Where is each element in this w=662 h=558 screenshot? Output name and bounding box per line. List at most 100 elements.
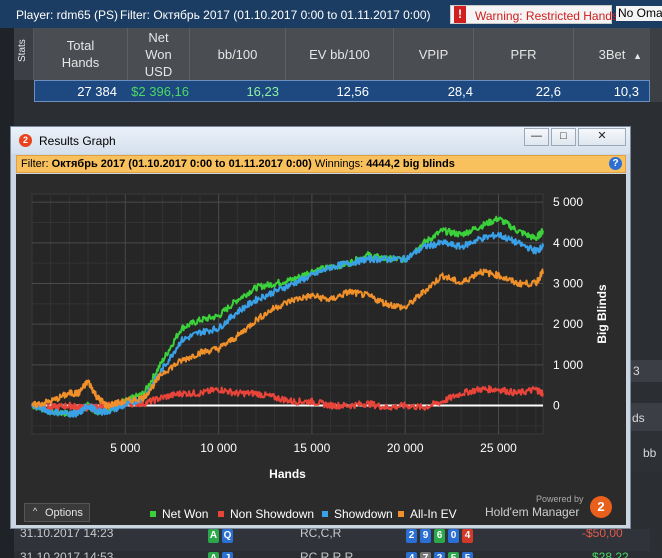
card-icon: 5 (462, 552, 473, 558)
bg-text: bb (643, 446, 657, 460)
table-row[interactable]: 27 384 $2 396,16 16,23 12,56 28,4 22,6 1… (34, 80, 650, 102)
x-tick-label: 10 000 (200, 441, 237, 455)
graph-filter-text: Filter: Октябрь 2017 (01.10.2017 0:00 to… (21, 158, 455, 170)
y-axis-label: Big Blinds (595, 284, 609, 344)
list-item[interactable]: 31.10.2017 14:23 A Q RC,C,R 2 9 6 0 4 -$… (14, 526, 650, 551)
hm2-logo-icon: 2 (19, 134, 32, 147)
legend-non-showdown[interactable]: Non Showdown (218, 507, 314, 521)
column-3bet[interactable]: 3Bet ▲ (574, 28, 650, 80)
y-tick-label: 1 000 (553, 358, 583, 372)
graph-filter-bar: Filter: Октябрь 2017 (01.10.2017 0:00 to… (16, 155, 626, 173)
x-tick-label: 20 000 (387, 441, 424, 455)
column-total-hands[interactable]: Total Hands (34, 28, 128, 80)
legend-showdown[interactable]: Showdown (322, 507, 393, 521)
card-icon: 6 (434, 529, 445, 543)
card-icon: J (222, 552, 233, 558)
legend-label: Net Won (162, 507, 209, 521)
results-chart: 0 1 000 2 000 3 000 4 000 5 000 5 000 10 000 15 … (31, 193, 609, 481)
table-scrollbar[interactable] (650, 28, 662, 102)
column-label: Total Hands (61, 38, 100, 70)
window-title: Results Graph (39, 134, 116, 148)
card-icon: 5 (448, 552, 459, 558)
x-tick-label: 5 000 (110, 441, 140, 455)
card-icon: 2 (406, 529, 417, 543)
hand-date: 31.10.2017 14:53 (20, 550, 114, 558)
legend-net-won[interactable]: Net Won (150, 507, 208, 521)
sort-asc-icon: ▲ (633, 51, 642, 61)
help-icon[interactable]: ? (609, 157, 622, 170)
cell-3bet: 10,3 (613, 84, 639, 99)
card-icon: Q (222, 529, 233, 543)
card-icon: 4 (462, 529, 473, 543)
card-icon: 2 (434, 552, 445, 558)
stats-tab-label: Stats (17, 39, 28, 62)
column-ev-bb100[interactable]: EV bb/100 (286, 28, 394, 80)
y-tick-label: 3 000 (553, 276, 583, 290)
legend-label: Non Showdown (230, 507, 315, 521)
card-icon: 9 (420, 529, 431, 543)
card-icon: 4 (406, 552, 417, 558)
legend-swatch (150, 510, 156, 517)
column-label: Net Won USD (144, 29, 173, 79)
results-graph-window[interactable]: 2 Results Graph — □ ✕ Filter: Октябрь 20… (10, 126, 631, 529)
y-tick-label: 4 000 (553, 236, 583, 250)
legend-swatch (322, 510, 328, 517)
column-label: VPIP (418, 46, 449, 62)
legend-swatch (398, 510, 404, 517)
cell-vpip: 28,4 (447, 84, 473, 99)
y-tick-label: 0 (553, 399, 560, 413)
filter-bar: Player: rdm65 (PS) Filter: Октябрь 2017 … (0, 0, 662, 28)
app-root: Player: rdm65 (PS) Filter: Октябрь 2017 … (0, 0, 662, 558)
legend-label: All-In EV (410, 507, 457, 521)
chevron-up-icon: ^ (33, 506, 38, 516)
column-label: PFR (510, 46, 537, 62)
legend-all-in-ev[interactable]: All-In EV (398, 507, 457, 521)
legend-label: Showdown (334, 507, 393, 521)
x-tick-label: 15 000 (294, 441, 331, 455)
close-button[interactable]: ✕ (578, 128, 626, 146)
bg-tab: ds (631, 403, 662, 431)
hm2-brand-logo-icon: 2 (590, 496, 612, 518)
card-icon: 7 (420, 552, 431, 558)
column-vpip[interactable]: VPIP (394, 28, 474, 80)
column-label: EV bb/100 (309, 46, 370, 62)
cell-net-won: $2 396,16 (131, 84, 189, 99)
column-net-won[interactable]: Net Won USD (128, 28, 190, 80)
warning-text: Warning: Restricted Hands (475, 9, 618, 23)
minimize-button[interactable]: — (524, 128, 549, 146)
card-icon: A (208, 552, 219, 558)
powered-by-label: Powered by (536, 494, 584, 504)
x-tick-label: 25 000 (480, 441, 517, 455)
player-label: Player: rdm65 (PS) (16, 8, 119, 22)
list-item[interactable]: 31.10.2017 14:53 A J RC,R,R,R 4 7 2 5 5 … (14, 550, 650, 558)
column-label: 3Bet (598, 46, 626, 62)
bg-header: bb (631, 432, 662, 472)
warning-icon: ! (454, 6, 466, 23)
bg-text: ds (632, 411, 645, 425)
cell-pfr: 22,6 (535, 84, 561, 99)
cell-total-hands: 27 384 (77, 84, 117, 99)
bg-cell: 3 (631, 360, 662, 382)
warning-badge[interactable]: ! Warning: Restricted Hands (450, 5, 618, 24)
card-icon: A (208, 529, 219, 543)
options-label: Options (45, 507, 83, 519)
hand-action: RC,R,R,R (300, 550, 354, 558)
cell-ev-bb100: 12,56 (336, 84, 369, 99)
options-button[interactable]: ^ Options (24, 503, 90, 522)
hand-amount: $28,22 (592, 550, 629, 558)
no-omaha-badge[interactable]: No Omah (616, 6, 662, 21)
legend-swatch (218, 510, 224, 517)
stats-tab[interactable]: Stats (14, 28, 34, 80)
column-pfr[interactable]: PFR (474, 28, 574, 80)
column-label: bb/100 (217, 46, 258, 62)
maximize-button[interactable]: □ (551, 128, 576, 146)
filter-label[interactable]: Filter: Октябрь 2017 (01.10.2017 0:00 to… (120, 8, 430, 22)
graph-area: 0 1 000 2 000 3 000 4 000 5 000 5 000 10 000 15 … (16, 174, 626, 525)
column-bb100[interactable]: bb/100 (190, 28, 286, 80)
window-titlebar[interactable]: 2 Results Graph — □ ✕ (11, 127, 630, 154)
stats-table-header: Total Hands Net Won USD bb/100 EV bb/100 VP… (34, 28, 650, 80)
y-tick-label: 5 000 (553, 195, 583, 209)
bg-text: 3 (633, 364, 640, 378)
brand-name: Hold'em Manager (485, 505, 580, 519)
y-tick-label: 2 000 (553, 317, 583, 331)
